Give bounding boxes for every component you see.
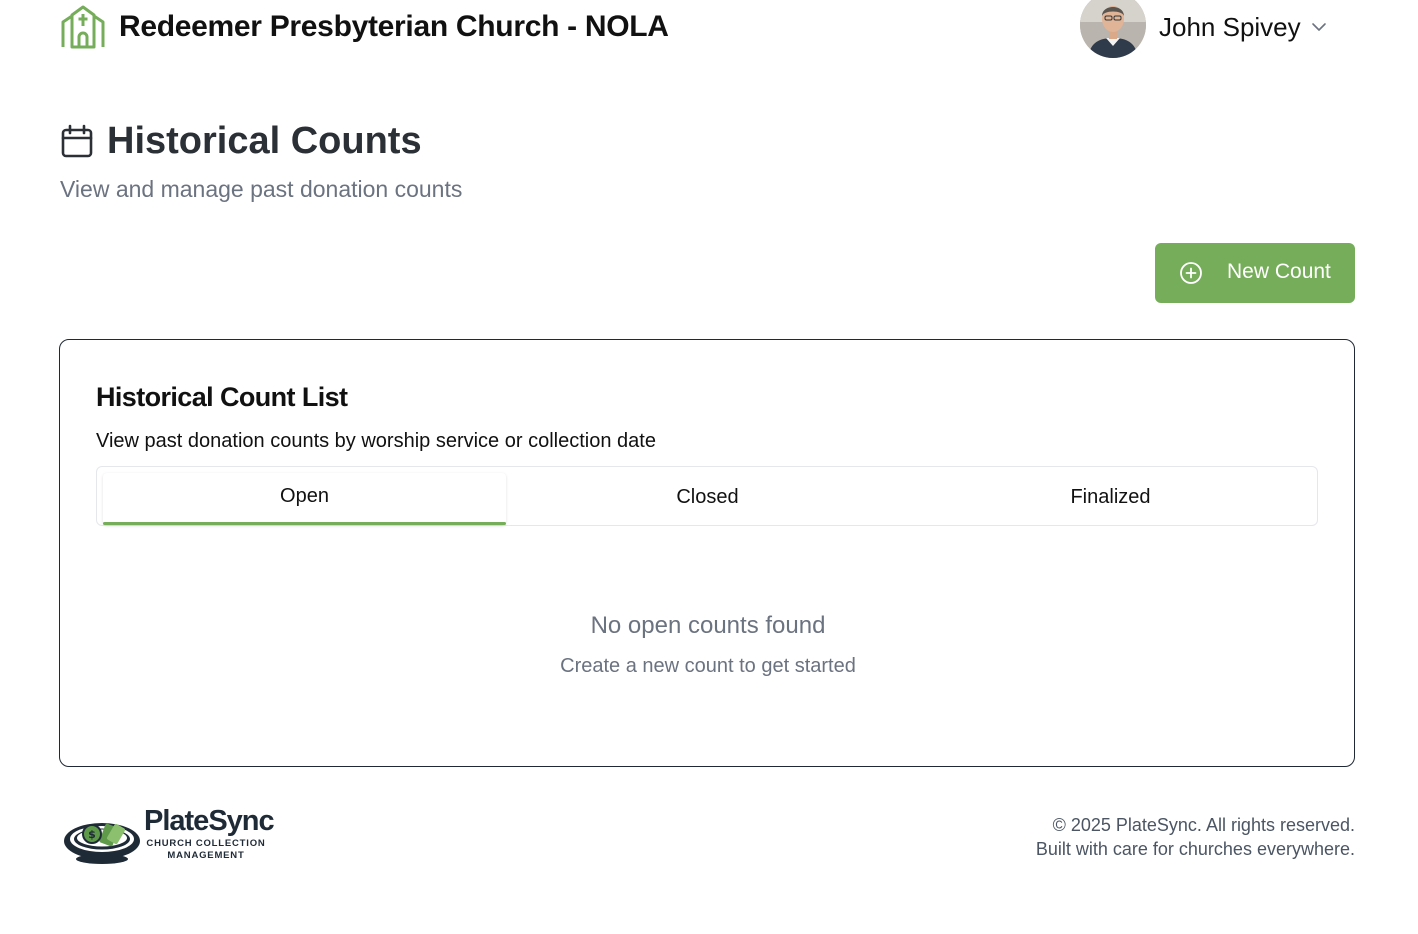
user-menu[interactable]: John Spivey: [1078, 0, 1338, 60]
built-with-text: Built with care for churches everywhere.: [1035, 839, 1355, 859]
calendar-icon: [61, 124, 93, 158]
user-name: John Spivey: [1159, 12, 1301, 42]
plate-icon: $: [64, 823, 140, 864]
tab-closed-label: Closed: [676, 486, 739, 508]
church-icon: [61, 5, 105, 49]
tab-closed[interactable]: Closed: [506, 467, 909, 525]
brand-name: PlateSync: [144, 805, 275, 837]
svg-text:$: $: [88, 828, 96, 841]
page-title: Historical Counts: [107, 120, 422, 162]
app-header: Redeemer Presbyterian Church - NOLA John…: [0, 0, 1418, 60]
footer-copyright: © 2025 PlateSync. All rights reserved. B…: [1036, 813, 1355, 861]
copyright-text: © 2025 PlateSync. All rights reserved.: [1052, 815, 1355, 835]
chevron-down-icon: [1312, 23, 1326, 31]
card-title: Historical Count List: [96, 382, 348, 412]
status-tabs: Open Closed Finalized: [96, 466, 1318, 526]
empty-state-title: No open counts found: [590, 612, 826, 639]
tab-open[interactable]: Open: [103, 467, 506, 525]
tab-finalized[interactable]: Finalized: [909, 467, 1312, 525]
avatar: [1080, 0, 1146, 58]
tab-open-label: Open: [280, 485, 329, 507]
card-description: View past donation counts by worship ser…: [96, 430, 656, 452]
new-count-label: New Count: [1227, 260, 1331, 283]
historical-count-card: Historical Count List View past donation…: [59, 339, 1355, 767]
page-header: Historical Counts View and manage past d…: [60, 118, 760, 218]
tab-finalized-label: Finalized: [1070, 486, 1151, 508]
page-subtitle: View and manage past donation counts: [60, 176, 463, 202]
plus-circle-icon: [1180, 262, 1202, 284]
church-name: Redeemer Presbyterian Church - NOLA: [119, 10, 669, 43]
brand-tagline: CHURCH COLLECTION MANAGEMENT: [146, 838, 266, 861]
platesync-logo: $ PlateSync CHURCH COLLECTION MANAGEMENT: [58, 803, 278, 869]
empty-state-subtitle: Create a new count to get started: [560, 655, 856, 677]
active-tab-indicator: [103, 522, 506, 525]
new-count-button[interactable]: New Count: [1155, 243, 1355, 303]
